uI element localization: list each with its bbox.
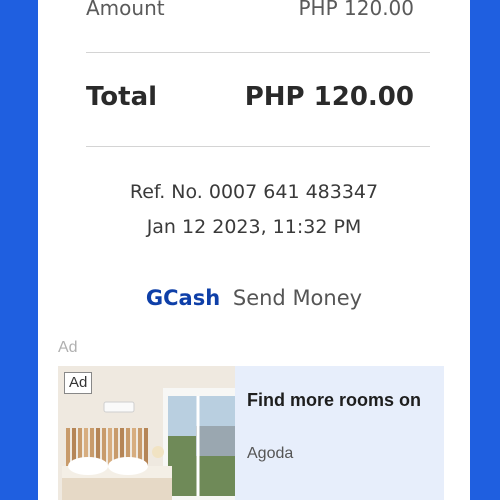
amount-label: Amount	[86, 0, 165, 20]
ad-title[interactable]: Find more rooms on	[247, 390, 467, 411]
amount-value: PHP 120.00	[298, 0, 415, 20]
total-row: Total PHP 120.00	[86, 80, 414, 114]
frame-right	[470, 0, 500, 500]
brand-line: GCash Send Money	[38, 286, 470, 310]
receipt-card: Amount PHP 120.00 Total PHP 120.00 Ref. …	[38, 0, 470, 500]
frame-left	[0, 0, 38, 500]
total-label: Total	[86, 82, 158, 112]
ad-badge: Ad	[64, 372, 93, 394]
divider	[86, 146, 430, 147]
ad-text[interactable]: Find more rooms on Agoda	[247, 390, 467, 463]
brand-subtitle: Send Money	[232, 286, 363, 310]
ad-banner[interactable]: Ad Find more rooms on Agoda	[58, 366, 444, 500]
ad-image-bedroom[interactable]: Ad	[58, 366, 235, 500]
transaction-datetime: Jan 12 2023, 11:32 PM	[146, 216, 362, 238]
amount-row: Amount PHP 120.00	[86, 0, 414, 22]
ad-source: Agoda	[247, 445, 294, 462]
ad-label: Ad	[58, 339, 78, 356]
gcash-logo: GCash	[145, 286, 221, 310]
reference-number: Ref. No. 0007 641 483347	[129, 181, 379, 203]
total-value: PHP 120.00	[244, 82, 414, 112]
divider	[86, 52, 430, 53]
